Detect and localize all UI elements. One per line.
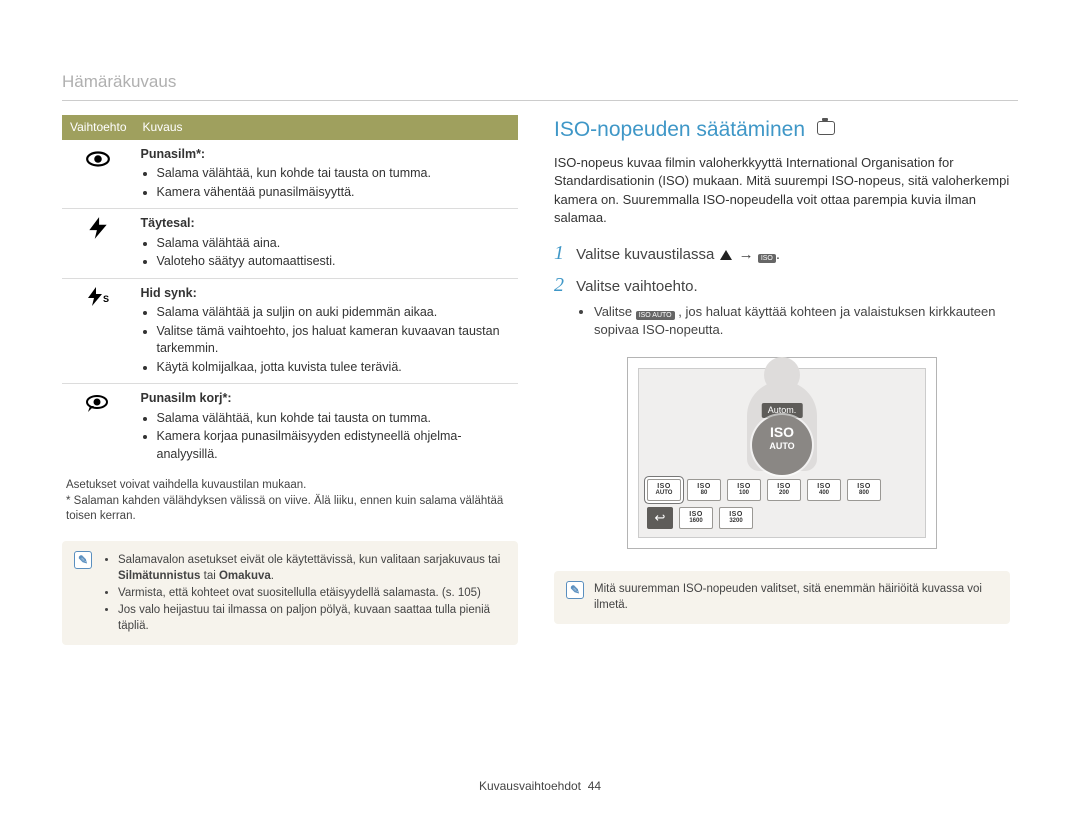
flash-options-table: Vaihtoehto Kuvaus Punasilm*: [62,115,518,470]
callout-item: Varmista, että kohteet ovat suositellull… [118,585,506,601]
option-title: Hid synk: [141,286,197,300]
iso-tile-3200[interactable]: ISO3200 [719,507,753,529]
iso-tile-200[interactable]: ISO200 [767,479,801,501]
table-row: S Hid synk: Salama välähtää ja suljin on… [62,278,518,384]
table-subnotes: Asetukset voivat vaihdella kuvaustilan m… [62,478,518,525]
option-bullet: Salama välähtää ja suljin on auki pidemm… [157,304,513,322]
breadcrumb: Hämäräkuvaus [62,70,1018,101]
option-bullet: Salama välähtää aina. [157,235,513,253]
redeye-icon [85,146,111,172]
info-callout-right: ✎ Mitä suuremman ISO-nopeuden valitset, … [554,571,1010,623]
table-row: Täytesal: Salama välähtää aina. Valoteho… [62,209,518,279]
col-desc-header: Kuvaus [135,115,519,140]
up-icon [720,250,732,260]
option-bullet: Käytä kolmijalkaa, jotta kuvista tulee t… [157,359,513,377]
table-row: Punasilm korj*: Salama välähtää, kun koh… [62,384,518,471]
option-bullet: Kamera korjaa punasilmäisyyden edistynee… [157,428,513,463]
iso-tile-800[interactable]: ISO800 [847,479,881,501]
slowsync-icon: S [85,285,111,311]
col-option-header: Vaihtoehto [62,115,135,140]
iso-tile-auto[interactable]: ISOAUTO [647,479,681,501]
redeye-fix-icon [85,390,111,416]
table-row: Punasilm*: Salama välähtää, kun kohde ta… [62,140,518,209]
iso-tile-80[interactable]: ISO80 [687,479,721,501]
info-callout-left: ✎ Salamavalon asetukset eivät ole käytet… [62,541,518,645]
back-button[interactable]: ↩ [647,507,673,529]
info-icon: ✎ [566,581,584,599]
camera-mode-icon [817,121,835,135]
option-bullet: Salama välähtää, kun kohde tai tausta on… [157,410,513,428]
iso-heading: ISO-nopeuden säätäminen [554,115,1010,144]
iso-tile-400[interactable]: ISO400 [807,479,841,501]
option-title: Punasilm korj*: [141,391,232,405]
page-footer: Kuvausvaihtoehdot 44 [0,778,1080,795]
svg-text:S: S [103,294,109,304]
iso-tile-1600[interactable]: ISO1600 [679,507,713,529]
iso-screen-wrap: Autom. ISO AUTO ISOAUTO ISO80 ISO100 ISO… [627,357,937,549]
iso-chip-icon: ISO [758,254,776,263]
callout-item: Jos valo heijastuu tai ilmassa on paljon… [118,602,506,634]
option-bullet: Kamera vähentää punasilmäisyyttä. [157,184,513,202]
option-title: Punasilm*: [141,147,206,161]
iso-body: ISO-nopeus kuvaa filmin valoherkkyyttä I… [554,154,1010,227]
iso-note: Mitä suuremman ISO-nopeuden valitset, si… [594,581,998,613]
step-2: 2 Valitse vaihtoehto. Valitse ISO AUTO ,… [554,271,1010,339]
callout-item: Salamavalon asetukset eivät ole käytettä… [118,552,506,584]
option-bullet: Valoteho säätyy automaattisesti. [157,253,513,271]
option-title: Täytesal: [141,216,195,230]
fillflash-icon [85,215,111,241]
info-icon: ✎ [74,551,92,569]
iso-tile-100[interactable]: ISO100 [727,479,761,501]
iso-screen: Autom. ISO AUTO ISOAUTO ISO80 ISO100 ISO… [638,368,926,538]
option-bullet: Valitse tämä vaihtoehto, jos haluat kame… [157,323,513,358]
step-1: 1 Valitse kuvaustilassa → ISO. [554,239,1010,267]
step-2-sub: Valitse ISO AUTO , jos haluat käyttää ko… [594,303,1010,339]
option-bullet: Salama välähtää, kun kohde tai tausta on… [157,165,513,183]
iso-auto-chip-icon: ISO AUTO [636,311,675,320]
iso-big-icon: ISO AUTO [752,415,812,475]
